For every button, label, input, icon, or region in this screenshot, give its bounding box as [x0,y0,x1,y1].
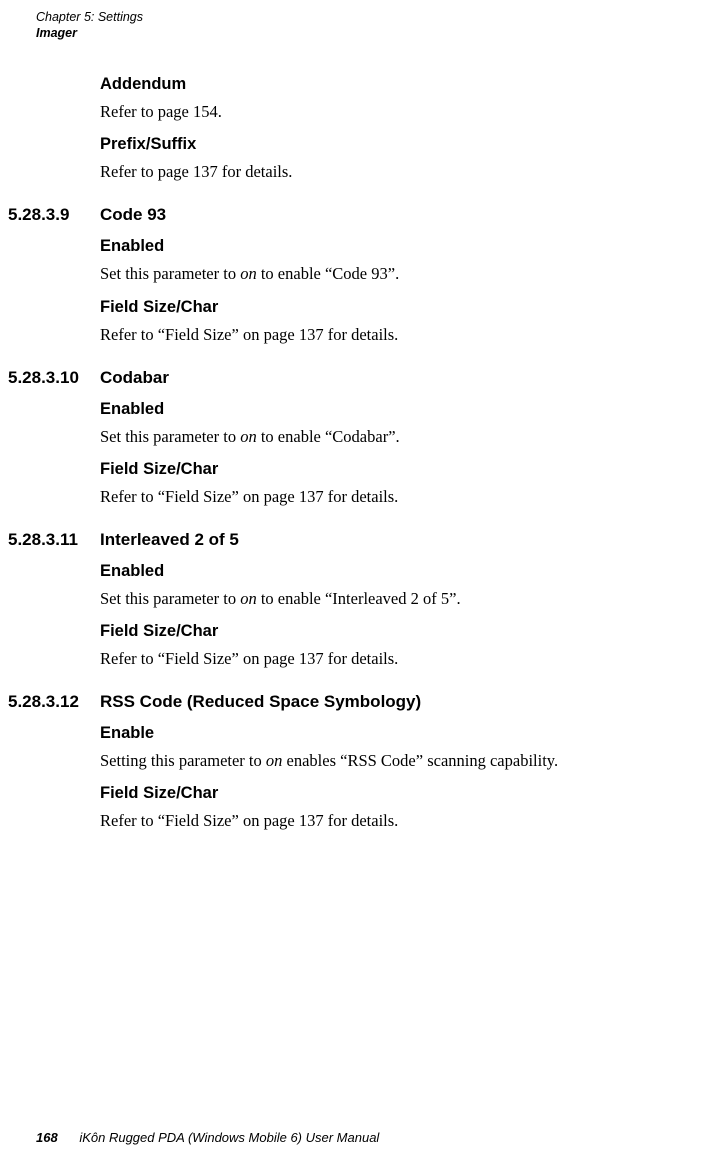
section-title: Codabar [100,368,683,388]
section-heading-code93: 5.28.3.9 Code 93 [8,205,683,225]
enabled-heading: Enabled [100,562,683,581]
section-heading-rss: 5.28.3.12 RSS Code (Reduced Space Symbol… [8,692,683,712]
header-chapter: Chapter 5: Settings [36,10,683,26]
italic-on: on [266,751,283,770]
page-number: 168 [36,1130,58,1145]
enabled-heading: Enabled [100,237,683,256]
section-number: 5.28.3.10 [8,368,100,388]
section-title: Interleaved 2 of 5 [100,530,683,550]
field-size-heading: Field Size/Char [100,460,683,479]
section-title: RSS Code (Reduced Space Symbology) [100,692,683,712]
text: to enable “Interleaved 2 of 5”. [257,589,461,608]
text: Set this parameter to [100,264,240,283]
field-size-heading: Field Size/Char [100,298,683,317]
enabled-heading: Enabled [100,400,683,419]
text: to enable “Codabar”. [257,427,400,446]
page: Chapter 5: Settings Imager Addendum Refe… [0,0,719,1161]
section-title: Code 93 [100,205,683,225]
addendum-heading: Addendum [100,75,683,94]
content-area: Addendum Refer to page 154. Prefix/Suffi… [36,41,683,832]
text: enables “RSS Code” scanning capability. [282,751,558,770]
prefix-suffix-body: Refer to page 137 for details. [100,160,683,183]
section-number: 5.28.3.11 [8,530,100,550]
footer: 168 iKôn Rugged PDA (Windows Mobile 6) U… [36,1130,683,1145]
italic-on: on [240,264,257,283]
addendum-body: Refer to page 154. [100,100,683,123]
text: to enable “Code 93”. [257,264,400,283]
field-size-heading: Field Size/Char [100,784,683,803]
field-size-heading: Field Size/Char [100,622,683,641]
text: Set this parameter to [100,589,240,608]
field-size-body: Refer to “Field Size” on page 137 for de… [100,647,683,670]
italic-on: on [240,589,257,608]
header-section: Imager [36,26,683,42]
enabled-body: Set this parameter to on to enable “Code… [100,262,683,285]
prefix-suffix-heading: Prefix/Suffix [100,135,683,154]
section-heading-codabar: 5.28.3.10 Codabar [8,368,683,388]
enabled-body: Set this parameter to on to enable “Coda… [100,425,683,448]
section-number: 5.28.3.9 [8,205,100,225]
text: Setting this parameter to [100,751,266,770]
section-heading-interleaved: 5.28.3.11 Interleaved 2 of 5 [8,530,683,550]
running-header: Chapter 5: Settings Imager [36,0,683,41]
field-size-body: Refer to “Field Size” on page 137 for de… [100,485,683,508]
book-title: iKôn Rugged PDA (Windows Mobile 6) User … [79,1130,379,1145]
italic-on: on [240,427,257,446]
enable-heading: Enable [100,724,683,743]
enable-body: Setting this parameter to on enables “RS… [100,749,683,772]
enabled-body: Set this parameter to on to enable “Inte… [100,587,683,610]
field-size-body: Refer to “Field Size” on page 137 for de… [100,809,683,832]
text: Set this parameter to [100,427,240,446]
section-number: 5.28.3.12 [8,692,100,712]
field-size-body: Refer to “Field Size” on page 137 for de… [100,323,683,346]
